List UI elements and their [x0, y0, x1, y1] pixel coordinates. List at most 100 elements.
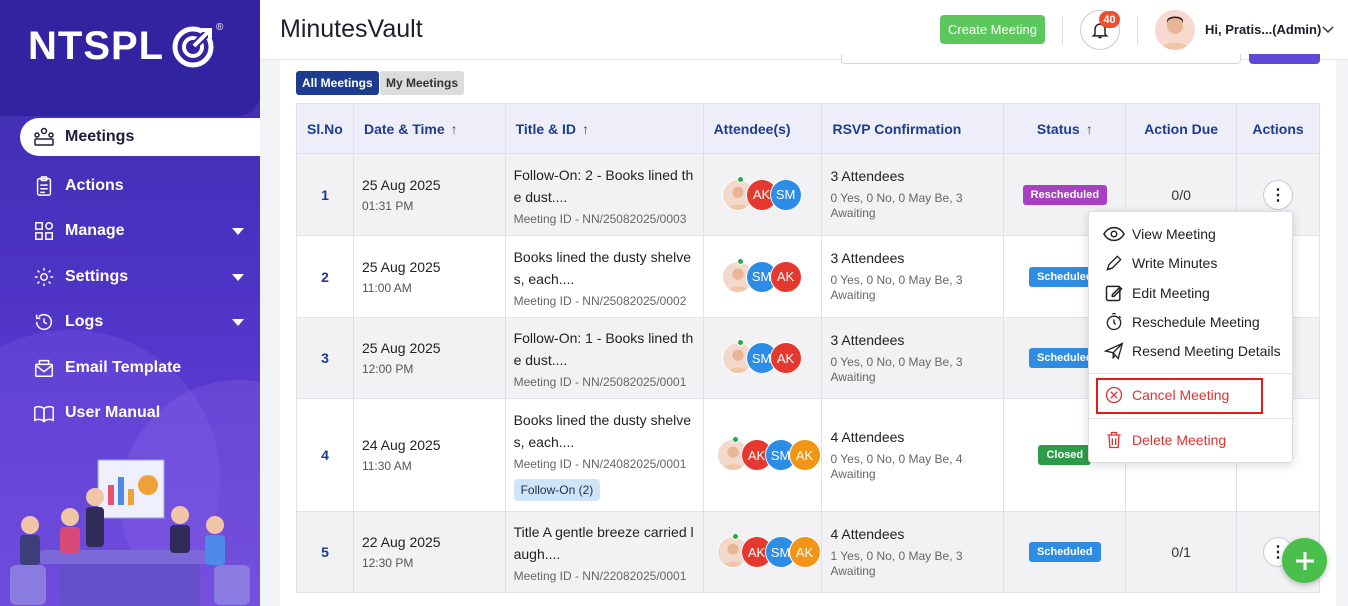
kebab-menu-button[interactable]: ⋮: [1263, 179, 1294, 210]
meeting-time: 11:00 AM: [361, 280, 412, 295]
online-dot: [731, 436, 739, 443]
tab-my-meetings[interactable]: My Meetings: [380, 71, 465, 95]
chevron-down-icon: [232, 228, 244, 236]
row-title[interactable]: Books lined the dusty shelves, each.... M…: [504, 235, 704, 318]
sidebar-item-label: User Manual: [65, 404, 161, 422]
column-header-attendees: Attendee(s): [702, 103, 823, 154]
user-name[interactable]: Hi, Pratis...(Admin): [1205, 22, 1321, 37]
book-icon: [32, 401, 56, 425]
meeting-time: 01:31 PM: [361, 198, 414, 213]
sidebar-item-logs[interactable]: Logs: [0, 300, 260, 346]
row-title[interactable]: Follow-On: 2 - Books lined the dust.... M…: [504, 153, 704, 236]
row-attendees: SM AK: [702, 317, 823, 399]
table-row[interactable]: 5 22 Aug 2025 12:30 PM Title A gentle bre…: [296, 511, 1320, 593]
column-header-status[interactable]: Status ↑: [1003, 103, 1127, 154]
menu-item-resend-details[interactable]: Resend Meeting Details: [1103, 339, 1281, 363]
meeting-date: 22 Aug 2025: [361, 534, 441, 550]
status-badge: Rescheduled: [1022, 184, 1108, 205]
logo-area: NTSPL ®: [0, 0, 260, 116]
row-title[interactable]: Books lined the dusty shelves, each.... M…: [504, 398, 704, 512]
chevron-down-icon: [232, 319, 244, 327]
meeting-id: Meeting ID - NN/25082025/0003: [513, 211, 687, 226]
menu-item-write-minutes[interactable]: Write Minutes: [1103, 251, 1217, 275]
tab-all-meetings[interactable]: All Meetings: [296, 71, 379, 95]
meeting-title[interactable]: Follow-On: 1 - Books lined the dust....: [514, 327, 696, 371]
meeting-time: 12:00 PM: [361, 362, 414, 376]
attendee-avatar: AK: [788, 536, 821, 568]
row-rsvp: 3 Attendees 0 Yes, 0 No, 0 May Be, 3 Awai…: [821, 235, 1005, 318]
chevron-down-icon[interactable]: [1322, 23, 1334, 35]
meeting-illustration: [10, 459, 250, 606]
meeting-title[interactable]: Books lined the dusty shelves, each....: [514, 246, 696, 290]
sidebar-item-manage[interactable]: Manage: [0, 209, 260, 255]
attendee-avatar: AK: [769, 342, 802, 374]
row-sl: 3: [296, 317, 354, 399]
column-header-title[interactable]: Title & ID ↑: [504, 103, 704, 154]
row-sl: 5: [296, 511, 354, 593]
edit-icon: [1105, 285, 1123, 302]
highlight-box: [1096, 378, 1263, 414]
sidebar-item-label: Email Template: [65, 358, 182, 376]
row-attendees: SM AK: [702, 235, 823, 318]
sidebar-item-user-manual[interactable]: User Manual: [0, 391, 260, 437]
clipboard-icon: [32, 174, 56, 198]
create-meeting-button[interactable]: Create Meeting: [940, 15, 1045, 44]
sidebar-item-label: Manage: [65, 222, 125, 240]
divider: [1062, 16, 1063, 44]
search-input[interactable]: [841, 54, 1241, 64]
search-button[interactable]: [1249, 54, 1320, 64]
trash-icon: [1107, 431, 1121, 449]
brand-logo-text: NTSPL: [28, 24, 165, 68]
meeting-time: 12:30 PM: [361, 556, 414, 570]
sidebar-item-email-template[interactable]: Email Template: [0, 345, 260, 391]
meeting-id: Meeting ID - NN/22082025/0001: [513, 569, 687, 583]
menu-item-delete-meeting[interactable]: Delete Meeting: [1103, 428, 1226, 452]
top-header: MinutesVault Create Meeting 40 Hi, Prati…: [260, 0, 1348, 60]
menu-item-reschedule-meeting[interactable]: Reschedule Meeting: [1103, 310, 1260, 334]
row-title[interactable]: Follow-On: 1 - Books lined the dust.... M…: [504, 317, 704, 399]
row-rsvp: 4 Attendees 1 Yes, 0 No, 0 May Be, 3 Awai…: [821, 511, 1005, 593]
row-sl: 4: [296, 398, 354, 512]
plus-icon: [1295, 551, 1314, 570]
add-fab-button[interactable]: [1282, 538, 1327, 583]
sort-arrow-up-icon[interactable]: ↑: [1086, 121, 1093, 137]
column-header-date[interactable]: Date & Time ↑: [352, 103, 506, 154]
meetings-icon: [32, 125, 56, 149]
send-icon: [1103, 342, 1124, 360]
menu-item-view-meeting[interactable]: View Meeting: [1103, 222, 1216, 246]
meeting-id: Meeting ID - NN/24082025/0001: [513, 457, 687, 471]
sidebar-item-label: Meetings: [65, 128, 135, 145]
menu-divider: [1089, 418, 1294, 419]
row-title[interactable]: Title A gentle breeze carried laugh.... M…: [504, 511, 704, 593]
sort-arrow-up-icon[interactable]: ↑: [451, 121, 458, 137]
avatar[interactable]: [1155, 10, 1195, 50]
online-dot: [736, 175, 744, 183]
sidebar-item-label: Logs: [65, 313, 104, 331]
sidebar-item-label: Actions: [65, 176, 124, 194]
attendee-avatar: AK: [788, 439, 821, 471]
column-header-sl: Sl.No: [296, 103, 354, 154]
meeting-title[interactable]: Title A gentle breeze carried laugh....: [514, 521, 696, 565]
meeting-title[interactable]: Follow-On: 2 - Books lined the dust....: [514, 164, 696, 208]
row-rsvp: 4 Attendees 0 Yes, 0 No, 0 May Be, 4 Awai…: [821, 398, 1005, 512]
meeting-title[interactable]: Books lined the dusty shelves, each....: [514, 409, 696, 453]
page-title: MinutesVault: [280, 15, 423, 43]
online-dot: [736, 257, 744, 265]
column-header-action-due: Action Due: [1125, 103, 1238, 154]
stopwatch-icon: [1106, 313, 1122, 331]
chevron-down-icon: [232, 273, 244, 281]
status-badge: Scheduled: [1029, 542, 1101, 562]
divider: [1137, 16, 1138, 44]
follow-on-chip[interactable]: Follow-On (2): [513, 479, 601, 501]
sidebar-item-label: Settings: [65, 267, 129, 285]
eye-icon: [1103, 226, 1125, 242]
sidebar-item-meetings[interactable]: Meetings: [20, 118, 260, 156]
row-rsvp: 3 Attendees 0 Yes, 0 No, 0 May Be, 3 Awai…: [821, 317, 1005, 399]
sidebar-item-settings[interactable]: Settings: [0, 254, 260, 300]
row-actions-menu: View Meeting Write Minutes Edit Meeting …: [1088, 211, 1294, 463]
history-icon: [32, 310, 56, 334]
sidebar-item-actions[interactable]: Actions: [0, 163, 260, 209]
sort-arrow-up-icon[interactable]: ↑: [582, 121, 589, 137]
menu-item-edit-meeting[interactable]: Edit Meeting: [1103, 281, 1210, 305]
column-header-rsvp: RSVP Confirmation: [821, 103, 1005, 154]
